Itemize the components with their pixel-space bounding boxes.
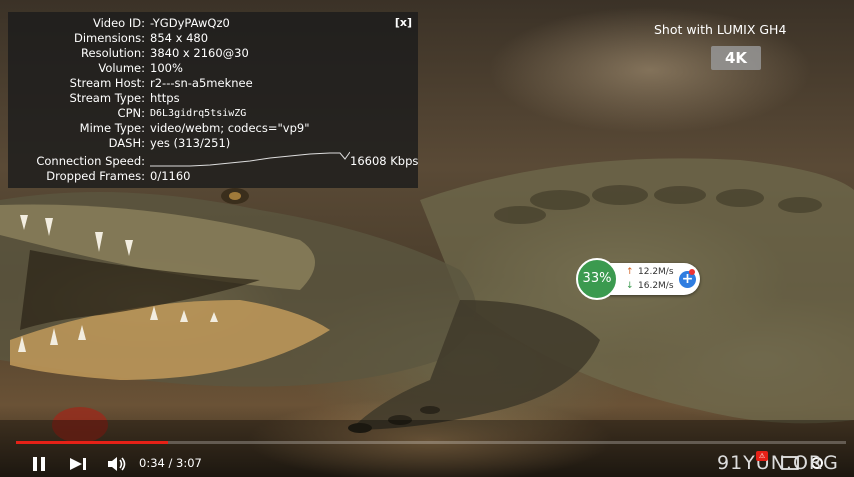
video-player[interactable]: [x] Video ID: -YGDyPAwQz0 Dimensions: 85…	[0, 0, 854, 477]
stat-value: 3840 x 2160@30	[150, 46, 249, 60]
site-watermark: 91YUN.ORG	[717, 452, 839, 474]
stat-row-stream-type: Stream Type: https	[8, 91, 418, 106]
4k-badge: 4K	[711, 46, 761, 70]
stat-value: video/webm; codecs="vp9"	[150, 121, 310, 135]
stat-row-dropped-frames: Dropped Frames: 0/1160	[8, 169, 418, 184]
stat-row-stream-host: Stream Host: r2---sn-a5meknee	[8, 76, 418, 91]
stat-label: Dimensions:	[74, 31, 145, 45]
stat-value: 854 x 480	[150, 31, 209, 45]
stat-label: Mime Type:	[79, 121, 145, 135]
stat-value: https	[150, 91, 180, 105]
stat-label: Stream Type:	[69, 91, 145, 105]
stat-row-volume: Volume: 100%	[8, 61, 418, 76]
stat-value: 100%	[150, 61, 183, 75]
next-icon[interactable]	[68, 456, 90, 472]
stat-value: D6L3gidrq5tsiwZG	[150, 108, 247, 119]
lumix-watermark: Shot with LUMIX GH4 4K	[654, 22, 820, 72]
download-speed: 16.2M/s	[638, 281, 674, 291]
stat-value: r2---sn-a5meknee	[150, 76, 253, 90]
pause-icon[interactable]	[30, 456, 48, 472]
connection-speed-value: 16608 Kbps	[350, 154, 419, 168]
stat-label: Stream Host:	[69, 76, 145, 90]
stat-value: 0/1160	[150, 169, 191, 183]
connection-speed-graph	[150, 151, 350, 167]
stat-row-cpn: CPN: D6L3gidrq5tsiwZG	[8, 106, 418, 121]
stat-value: -YGDyPAwQz0	[150, 16, 230, 30]
stat-label: Connection Speed:	[36, 154, 145, 168]
progress-played	[16, 441, 168, 444]
stat-label: Volume:	[98, 61, 145, 75]
stat-label: DASH:	[108, 136, 145, 150]
stat-label: CPN:	[117, 106, 145, 120]
stat-label: Resolution:	[81, 46, 145, 60]
usage-percent: 33%	[576, 258, 618, 300]
stat-row-video-id: Video ID: -YGDyPAwQz0	[8, 16, 418, 31]
stat-row-resolution: Resolution: 3840 x 2160@30	[8, 46, 418, 61]
brand-text: Shot with LUMIX GH4	[654, 22, 787, 37]
network-speed-widget[interactable]: 33% ↑ 12.2M/s ↓ 16.2M/s +	[576, 258, 702, 300]
stat-row-mime-type: Mime Type: video/webm; codecs="vp9"	[8, 121, 418, 136]
progress-bar[interactable]	[16, 441, 846, 444]
download-arrow-icon: ↓	[626, 281, 634, 291]
stat-label: Dropped Frames:	[46, 169, 145, 183]
watermark-badge-icon: ⚠	[756, 451, 768, 461]
volume-icon[interactable]	[106, 455, 128, 473]
upload-speed: 12.2M/s	[638, 267, 674, 277]
time-display: 0:34 / 3:07	[139, 456, 202, 470]
stat-label: Video ID:	[93, 16, 145, 30]
stat-row-dimensions: Dimensions: 854 x 480	[8, 31, 418, 46]
stats-for-nerds-panel: [x] Video ID: -YGDyPAwQz0 Dimensions: 85…	[8, 12, 418, 188]
notification-dot	[689, 269, 695, 275]
upload-arrow-icon: ↑	[626, 267, 634, 277]
